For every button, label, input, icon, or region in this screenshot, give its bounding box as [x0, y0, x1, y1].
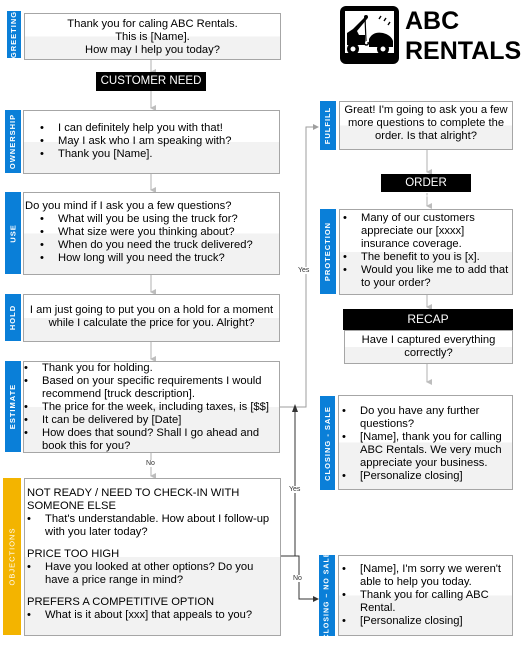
recap-line: correctly? [404, 347, 453, 359]
list-item: Thank you for holding. [24, 362, 279, 375]
objection-group: NOT READY / NEED TO CHECK-IN WITH SOMEON… [27, 487, 280, 539]
objection-group: PREFERS A COMPETITIVE OPTION What is it … [27, 596, 280, 622]
objection-heading: NOT READY / NEED TO CHECK-IN WITH SOMEON… [27, 487, 240, 512]
tab-objections: OBJECTIONS [3, 478, 21, 635]
fulfill-line: Great! I'm going to ask you a few [344, 104, 508, 116]
list-item: [Name], thank you for calling ABC Rental… [342, 431, 512, 470]
objection-heading: PREFERS A COMPETITIVE OPTION [27, 596, 215, 608]
list-item: The benefit to you is [x]. [343, 251, 512, 264]
list-item: When do you need the truck delivered? [40, 239, 279, 252]
ownership-box: I can definitely help you with that! May… [23, 110, 280, 174]
objections-no-label: No [293, 575, 302, 582]
hold-line: I am just going to put you on a hold for… [29, 304, 274, 316]
fulfill-box: Great! I'm going to ask you a few more q… [339, 101, 513, 150]
list-item: The price for the week, including taxes,… [24, 401, 279, 414]
tab-closing-sale: CLOSING - SALE [320, 396, 335, 490]
closing-sale-box: Do you have any further questions? [Name… [338, 395, 513, 490]
list-item: It can be delivered by [Date] [24, 414, 279, 427]
greeting-line: Thank you for caling ABC Rentals. [67, 18, 238, 30]
list-item: Have you looked at other options? Do you… [27, 561, 280, 587]
list-item: What is it about [xxx] that appeals to y… [27, 609, 280, 622]
list-item: Do you have any further questions? [342, 405, 512, 431]
greeting-line: How may I help you today? [85, 44, 220, 56]
logo-line-1: ABC [405, 7, 460, 35]
list-item: May I ask who I am speaking with? [40, 135, 279, 148]
tab-ownership: OWNERSHIP [5, 110, 21, 173]
fulfill-line: more questions to complete the [347, 117, 505, 129]
list-item: That's understandable. How about I follo… [27, 513, 280, 539]
recap-box: Have I captured everything correctly? [344, 330, 513, 364]
objection-group: PRICE TOO HIGH Have you looked at other … [27, 548, 280, 587]
list-item: How does that sound? Shall I go ahead an… [24, 427, 279, 453]
objections-box: NOT READY / NEED TO CHECK-IN WITH SOMEON… [24, 478, 281, 636]
tab-closing-no-sale: CLOSING – NO SALE [319, 552, 335, 639]
objection-heading: PRICE TOO HIGH [27, 548, 120, 560]
estimate-box: Thank you for holding. Based on your spe… [23, 361, 280, 453]
estimate-yes-label: Yes [298, 267, 310, 274]
list-item: What size were you thinking about? [40, 226, 279, 239]
greeting-box: Thank you for caling ABC Rentals. This i… [24, 13, 281, 60]
use-intro: Do you mind if I ask you a few questions… [25, 200, 232, 212]
greeting-line: This is [Name]. [115, 31, 190, 43]
protection-box: Many of our customers appreciate our [xx… [339, 209, 513, 295]
tab-protection: PROTECTION [320, 209, 336, 294]
recap-line: Have I captured everything [361, 334, 496, 346]
logo-line-2: RENTALS [405, 37, 522, 65]
customer-need-label: CUSTOMER NEED [96, 72, 206, 91]
list-item: Would you like me to add that to your or… [343, 264, 512, 290]
hold-line: while I calculate the price for you. Alr… [48, 317, 255, 329]
list-item: Thank you [Name]. [40, 148, 279, 161]
logo-tow-truck-icon [339, 5, 400, 65]
hold-box: I am just going to put you on a hold for… [23, 294, 280, 342]
fulfill-line: order. Is that alright? [375, 130, 477, 142]
objections-yes-label: Yes [289, 486, 301, 493]
tab-use: USE [5, 192, 21, 274]
logo-text: ABC RENTALS [405, 6, 521, 66]
tab-greeting: GREETING [7, 11, 21, 58]
list-item: I can definitely help you with that! [40, 122, 279, 135]
closing-no-sale-box: [Name], I'm sorry we weren't able to hel… [338, 555, 513, 636]
tab-hold: HOLD [5, 294, 21, 341]
tab-fulfill: FULFILL [320, 101, 336, 150]
tab-estimate: ESTIMATE [5, 361, 21, 452]
list-item: [Name], I'm sorry we weren't able to hel… [342, 563, 512, 589]
recap-label: RECAP [343, 309, 513, 330]
estimate-no-label: No [146, 460, 155, 467]
list-item: How long will you need the truck? [40, 252, 279, 265]
list-item: What will you be using the truck for? [40, 213, 279, 226]
list-item: Based on your specific requirements I wo… [24, 375, 279, 401]
list-item: Thank you for calling ABC Rental. [342, 589, 512, 615]
order-system-label: ORDER SYSTEM [381, 174, 471, 207]
list-item: Many of our customers appreciate our [xx… [343, 212, 512, 251]
arrow-objections-yes [280, 410, 296, 557]
list-item: [Personalize closing] [342, 470, 512, 483]
use-box: Do you mind if I ask you a few questions… [23, 192, 280, 275]
list-item: [Personalize closing] [342, 615, 512, 628]
